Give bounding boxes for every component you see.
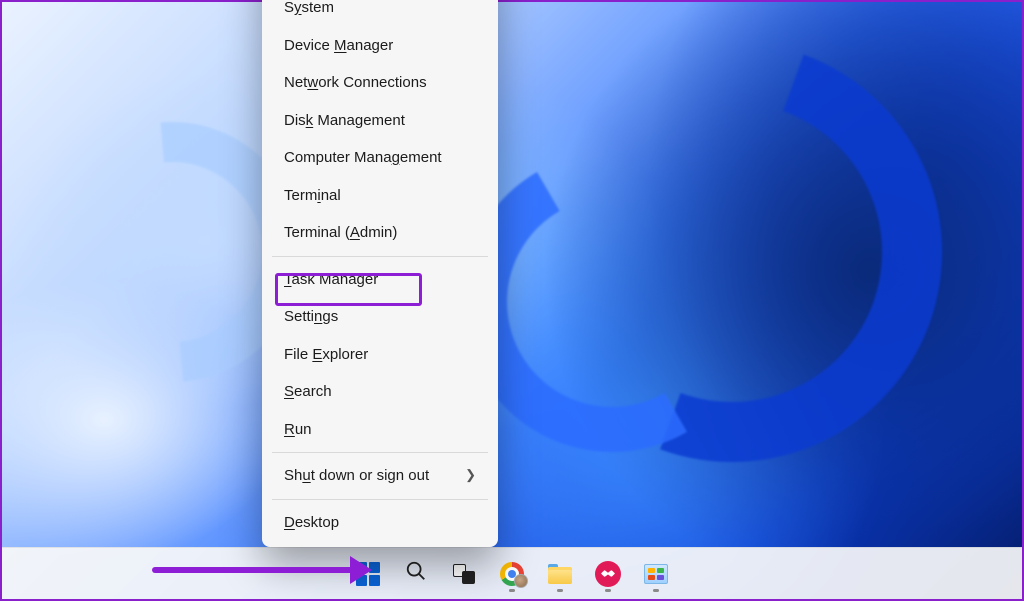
menu-item[interactable]: Terminal	[262, 177, 498, 215]
winx-context-menu: Event ViewerSystemDevice ManagerNetwork …	[262, 0, 498, 547]
desktop-wallpaper	[2, 2, 1022, 599]
menu-item-label: File Explorer	[284, 345, 368, 365]
menu-item-label: Disk Management	[284, 111, 405, 131]
menu-item[interactable]: Device Manager	[262, 27, 498, 65]
app-icon	[595, 561, 621, 587]
control-panel-category-icon	[644, 564, 668, 584]
menu-item[interactable]: System	[262, 0, 498, 27]
search-button[interactable]	[396, 554, 436, 594]
menu-separator	[272, 499, 488, 500]
menu-item[interactable]: Terminal (Admin)	[262, 214, 498, 252]
control-panel-icon[interactable]	[636, 554, 676, 594]
task-view-button[interactable]	[444, 554, 484, 594]
menu-item-label: Network Connections	[284, 73, 427, 93]
menu-separator	[272, 256, 488, 257]
menu-item-label: Search	[284, 382, 332, 402]
menu-item-label: System	[284, 0, 334, 18]
menu-item[interactable]: Network Connections	[262, 64, 498, 102]
menu-item-label: Terminal (Admin)	[284, 223, 397, 243]
menu-item-label: Desktop	[284, 513, 339, 533]
menu-item-label: Computer Management	[284, 148, 442, 168]
menu-item-label: Task Manager	[284, 270, 378, 290]
folder-icon	[548, 564, 572, 584]
chrome-app-icon[interactable]	[492, 554, 532, 594]
menu-item[interactable]: Search	[262, 373, 498, 411]
menu-item[interactable]: Desktop	[262, 504, 498, 542]
menu-item-label: Terminal	[284, 186, 341, 206]
menu-item[interactable]: Shut down or sign out ❯	[262, 457, 498, 495]
chevron-right-icon: ❯	[465, 467, 476, 484]
pinned-app-icon[interactable]	[588, 554, 628, 594]
menu-item-label: Settings	[284, 307, 338, 327]
search-icon	[405, 560, 427, 587]
annotation-arrow	[152, 556, 372, 584]
menu-item[interactable]: Run	[262, 411, 498, 449]
menu-item-label: Run	[284, 420, 312, 440]
menu-item[interactable]: Settings	[262, 298, 498, 336]
chrome-icon	[500, 562, 524, 586]
menu-item[interactable]: File Explorer	[262, 336, 498, 374]
task-view-icon	[453, 564, 475, 584]
menu-item[interactable]: Computer Management	[262, 139, 498, 177]
menu-item[interactable]: Disk Management	[262, 102, 498, 140]
file-explorer-icon[interactable]	[540, 554, 580, 594]
menu-item[interactable]: Task Manager	[262, 261, 498, 299]
menu-item-label: Shut down or sign out	[284, 466, 429, 486]
menu-item-label: Device Manager	[284, 36, 393, 56]
menu-separator	[272, 452, 488, 453]
